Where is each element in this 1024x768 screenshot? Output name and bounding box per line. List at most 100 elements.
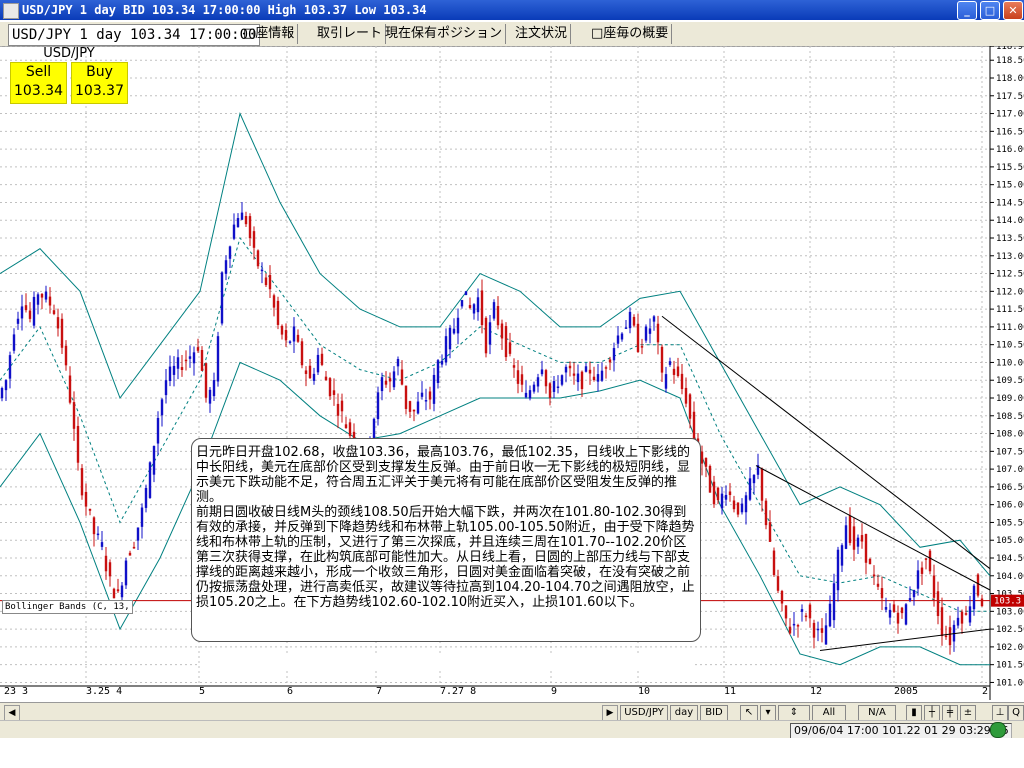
candle-up <box>664 374 668 389</box>
candle-up <box>260 269 264 272</box>
candle-down <box>200 349 204 371</box>
candle-up <box>668 361 672 365</box>
y-tick-label: 111.50 <box>996 305 1024 315</box>
candle-down <box>848 515 852 543</box>
candle-up <box>904 604 908 625</box>
candle-up <box>584 366 588 372</box>
candle-chart-icon[interactable]: ┼ <box>924 705 940 721</box>
cursor-icon[interactable]: ↖ <box>740 705 758 721</box>
candle-up <box>968 606 972 623</box>
scroll-left-icon[interactable]: ◀ <box>4 705 20 721</box>
candle-down <box>860 535 864 542</box>
candle-up <box>600 370 604 381</box>
na-button[interactable]: N/A <box>858 705 896 721</box>
candle-down <box>892 604 896 612</box>
y-tick-label: 118.00 <box>996 74 1024 84</box>
symbol-button[interactable]: USD/JPY <box>620 705 668 721</box>
chart-toolbar: ◀ ▶ USD/JPY day BID ↖ ▾ ⇕ All N/A ▮ ┼ ╪ … <box>0 702 1024 721</box>
candle-down <box>796 625 800 627</box>
candle-up <box>120 585 124 598</box>
tab-open-positions[interactable]: 現在保有ポジション <box>382 24 507 44</box>
candle-down <box>504 326 508 358</box>
candle-down <box>72 402 76 429</box>
sell-quote[interactable]: Sell 103.34 <box>10 62 67 104</box>
y-tick-label: 108.00 <box>996 430 1024 440</box>
scroll-right-icon[interactable]: ▶ <box>602 705 618 721</box>
candle-down <box>88 508 92 511</box>
candle-up <box>0 388 4 399</box>
candle-up <box>456 317 460 334</box>
commentary-paragraph-1: 日元昨日开盘102.68，收盘103.36，最高103.76，最低102.35，… <box>196 445 691 505</box>
candle-up <box>32 296 36 326</box>
candle-up <box>392 371 396 388</box>
candle-down <box>336 403 340 416</box>
bar-chart-icon[interactable]: ▮ <box>906 705 922 721</box>
y-tick-label: 115.50 <box>996 163 1024 173</box>
period-button[interactable]: day <box>670 705 698 721</box>
candle-down <box>80 468 84 496</box>
candle-down <box>84 491 88 507</box>
candle-up <box>532 384 536 392</box>
candle-down <box>508 342 512 354</box>
candle-up <box>380 377 384 392</box>
candle-up <box>552 381 556 392</box>
tab-account-info[interactable]: □座情報 <box>240 24 299 44</box>
maximize-icon[interactable]: □ <box>980 1 1000 20</box>
all-button[interactable]: All <box>812 705 846 721</box>
date-tick: 2005 <box>894 686 919 697</box>
minimize-icon[interactable]: _ <box>957 1 977 20</box>
candle-down <box>68 375 72 403</box>
zoom-tools-icon[interactable]: ⇕ <box>778 705 810 721</box>
candle-down <box>196 347 200 351</box>
buy-price: 103.37 <box>75 83 124 99</box>
candle-down <box>408 401 412 412</box>
y-tick-label: 104.50 <box>996 554 1024 564</box>
candle-up <box>168 366 172 381</box>
candle-down <box>772 550 776 576</box>
y-tick-label: 117.00 <box>996 110 1024 120</box>
candle-down <box>632 316 636 326</box>
candle-up <box>748 478 752 500</box>
candle-down <box>60 318 64 348</box>
candle-up <box>576 373 580 383</box>
candle-down <box>500 323 504 339</box>
fit-icon[interactable]: ⊥ <box>992 705 1008 721</box>
candle-down <box>708 466 712 493</box>
candle-up <box>752 474 756 484</box>
quote-symbol: USD/JPY <box>43 46 95 61</box>
candle-down <box>512 365 516 368</box>
candle-up <box>228 246 232 259</box>
trendline <box>661 315 991 570</box>
y-tick-label: 117.50 <box>996 92 1024 102</box>
candle-up <box>4 380 8 391</box>
candle-down <box>900 607 904 614</box>
candle-up <box>16 318 20 324</box>
candle-down <box>700 451 704 464</box>
candle-down <box>304 370 308 374</box>
tab-symbol[interactable]: USD/JPY 1 day 103.34 17:00:00 <box>8 24 261 46</box>
candle-down <box>256 250 260 267</box>
tab-order-status[interactable]: 注文状況 <box>512 24 572 44</box>
tab-account-summary[interactable]: □座毎の概要 <box>588 24 673 44</box>
candle-down <box>660 346 664 373</box>
y-tick-label: 110.00 <box>996 358 1024 368</box>
candle-down <box>568 365 572 369</box>
line-chart-icon[interactable]: ╪ <box>942 705 958 721</box>
side-button[interactable]: BID <box>700 705 728 721</box>
candle-up <box>96 533 100 536</box>
tab-trade-rate[interactable]: 取引レート <box>314 24 387 44</box>
candle-up <box>172 365 176 375</box>
candle-down <box>940 607 944 637</box>
candle-up <box>628 311 632 329</box>
buy-quote[interactable]: Buy 103.37 <box>71 62 128 104</box>
q-button[interactable]: Q <box>1008 705 1024 721</box>
y-tick-label: 109.50 <box>996 376 1024 386</box>
candle-down <box>872 574 876 577</box>
status-bar: 09/06/04 17:00 101.22 01 29 03:29:26 <box>0 720 1024 739</box>
candle-down <box>640 346 644 348</box>
y-tick-label: 107.00 <box>996 465 1024 475</box>
close-icon[interactable]: ✕ <box>1003 1 1023 20</box>
candle-up <box>432 374 436 404</box>
settings-icon[interactable]: ± <box>960 705 976 721</box>
dropdown-icon[interactable]: ▾ <box>760 705 776 721</box>
